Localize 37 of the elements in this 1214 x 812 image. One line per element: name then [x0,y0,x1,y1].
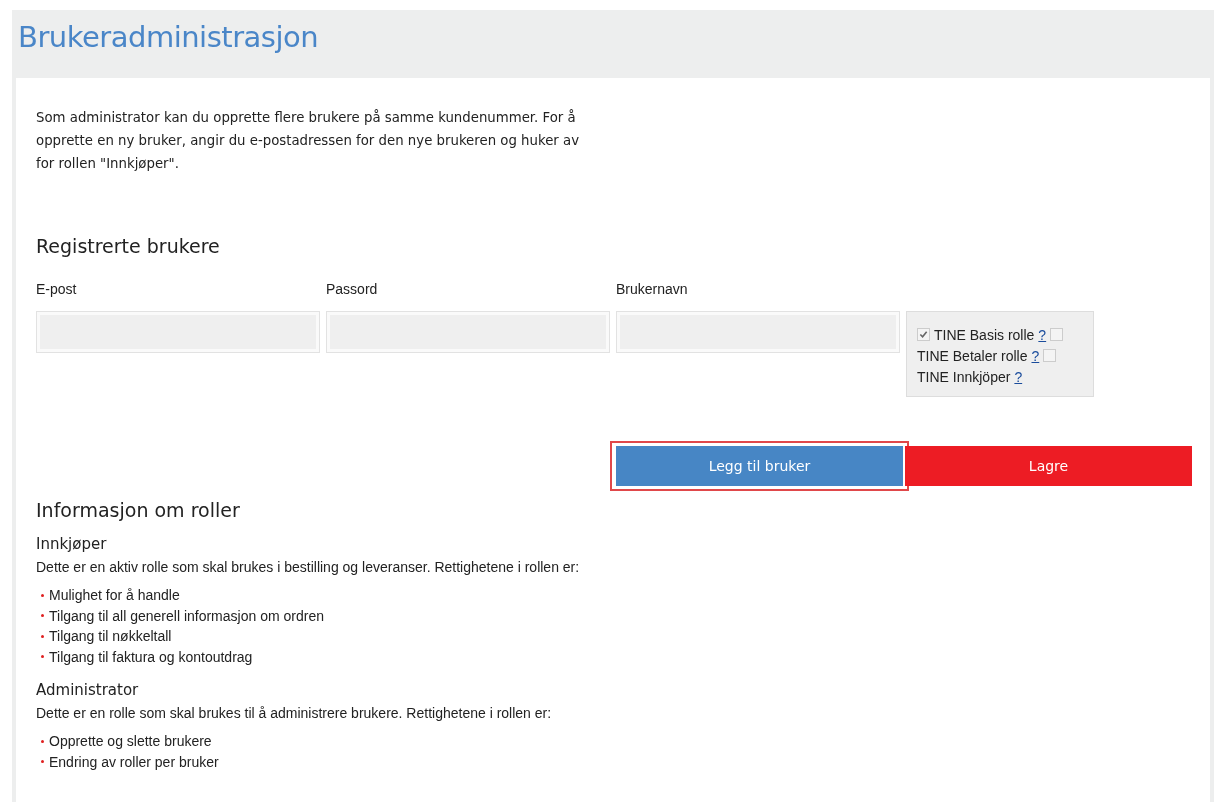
role-heading: Administrator [36,681,140,699]
list-item: Endring av roller per bruker [49,753,219,770]
list-item: Tilgang til nøkkeltall [49,628,172,645]
bullet-icon [41,593,44,597]
input-field[interactable] [36,311,320,353]
field-label: E-post [36,281,78,297]
role-label: TINE Basis rolle [934,326,1035,343]
bullet-icon [41,655,44,659]
checkbox[interactable] [1043,349,1057,362]
field-label: Brukernavn [616,281,689,297]
intro-text: Som administrator kan du opprette flere brukere på samme kundenummer. For å opprette en ny bruker, angir du e-postadressen for den nye brukeren og huker av for rollen "Innkjøper". [36,108,581,173]
list-item: Opprette og slette brukere [49,733,212,750]
section-heading: Registrerte brukere [36,235,221,257]
list-item: Tilgang til faktura og kontoutdrag [49,648,253,665]
action-button[interactable]: Legg til bruker [616,446,903,486]
input-field[interactable] [616,311,900,353]
role-description: Dette er en rolle som skal brukes til å administrere brukere. Rettighetene i rollen er: [36,705,553,721]
role-label: TINE Innkjöper [917,368,1011,385]
role-label: TINE Betaler rolle [917,347,1028,364]
page-title: Brukeradministrasjon [17,19,320,56]
role-heading: Innkjøper [36,535,108,553]
bullet-icon [41,760,44,764]
help-link[interactable]: ? [1014,368,1023,385]
section-heading: Informasjon om roller [36,499,240,521]
input-field[interactable] [326,311,610,353]
checkbox[interactable] [1050,328,1064,341]
list-item: Tilgang til all generell informasjon om ordren [49,607,324,624]
checkbox[interactable] [917,328,930,341]
action-button[interactable]: Lagre [905,446,1192,486]
help-link[interactable]: ? [1031,347,1040,364]
list-item: Mulighet for å handle [49,587,180,604]
role-description: Dette er en aktiv rolle som skal brukes i bestilling og leveranser. Rettighetene i rollen er: [36,559,581,575]
help-link[interactable]: ? [1038,326,1047,343]
bullet-icon [41,634,44,638]
bullet-icon [41,614,44,618]
field-label: Passord [326,281,379,297]
bullet-icon [41,739,44,743]
